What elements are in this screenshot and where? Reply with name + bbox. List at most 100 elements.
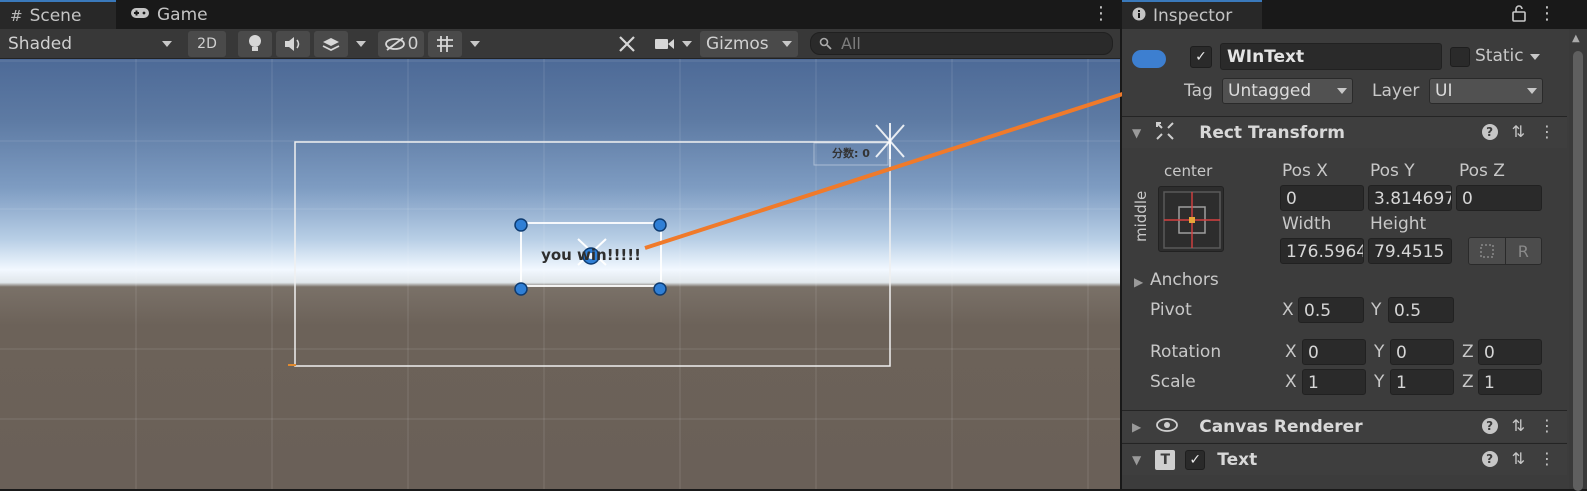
lighting-toggle-button[interactable] (238, 31, 272, 57)
camera-settings-button[interactable] (650, 31, 696, 57)
pos-z-label: Pos Z (1459, 161, 1505, 181)
chevron-down-icon (1530, 54, 1540, 60)
help-icon[interactable]: ? (1481, 124, 1498, 140)
rotation-y-field[interactable]: 0 (1390, 339, 1454, 365)
rect-transform-header[interactable]: ▼ Rect Transform ? ⇅ ⋮ (1122, 116, 1567, 148)
tab-scene[interactable]: # Scene (0, 0, 116, 29)
static-checkbox[interactable] (1450, 47, 1470, 67)
pos-x-field[interactable]: 0 (1280, 185, 1364, 211)
pivot-x-field[interactable]: 0.5 (1298, 297, 1364, 323)
pivot-y-field[interactable]: 0.5 (1388, 297, 1454, 323)
component-menu-icon[interactable]: ⋮ (1539, 449, 1555, 468)
height-field[interactable]: 79.4515 (1368, 238, 1452, 264)
rotation-label: Rotation (1150, 342, 1222, 362)
scene-kebab-menu-icon[interactable]: ⋮ (1092, 5, 1110, 23)
anchor-h-label: center (1164, 162, 1213, 180)
width-label: Width (1282, 214, 1332, 234)
blueprint-mode-button[interactable] (1469, 238, 1506, 264)
text-enabled-checkbox[interactable]: ✓ (1185, 449, 1206, 470)
help-icon[interactable]: ? (1481, 418, 1498, 434)
hidden-count: 0 (407, 34, 419, 54)
rect-transform-title: Rect Transform (1199, 122, 1345, 143)
fold-right-icon[interactable]: ▶ (1134, 275, 1143, 289)
score-text[interactable]: 分数: 0 (818, 145, 884, 163)
effects-toggle-button[interactable] (314, 31, 348, 57)
object-name-field[interactable]: WInText (1220, 43, 1442, 70)
static-label: Static (1475, 46, 1524, 66)
audio-toggle-button[interactable] (276, 31, 310, 57)
component-menu-icon[interactable]: ⋮ (1539, 416, 1555, 435)
scene-panel: # Scene Game ⋮ Shaded 2D 0 Gizmos All 分数… (0, 0, 1120, 489)
help-icon[interactable]: ? (1481, 451, 1498, 467)
inspector-tabbar: Inspector ⋮ (1122, 0, 1587, 29)
pos-z-field[interactable]: 0 (1456, 185, 1542, 211)
lock-icon[interactable] (1512, 5, 1526, 26)
height-label: Height (1370, 214, 1427, 234)
tag-dropdown[interactable]: Untagged (1222, 78, 1353, 104)
anchors-label[interactable]: Anchors (1150, 270, 1219, 290)
scrollbar-thumb[interactable] (1573, 51, 1583, 491)
scroll-up-icon[interactable]: ▲ (1572, 33, 1580, 44)
rotation-x-field[interactable]: 0 (1302, 339, 1366, 365)
scale-x-field[interactable]: 1 (1302, 369, 1366, 395)
grid-icon (437, 36, 453, 52)
scene-hash-icon: # (10, 6, 23, 25)
pos-y-field[interactable]: 3.814697 (1368, 185, 1452, 211)
gizmos-label: Gizmos (706, 34, 769, 54)
rect-transform-icon (1155, 121, 1175, 145)
anchor-presets-icon (1163, 191, 1221, 249)
presets-sliders-icon[interactable]: ⇅ (1512, 122, 1525, 141)
scale-z-field[interactable]: 1 (1478, 369, 1542, 395)
scene-viewport[interactable]: 分数: 0 you win!!!!! (0, 59, 1120, 489)
scene-tabbar: # Scene Game ⋮ (0, 0, 1120, 29)
inspector-kebab-menu-icon[interactable]: ⋮ (1538, 5, 1556, 23)
width-field[interactable]: 176.5964 (1280, 238, 1364, 264)
pivot-y-label: Y (1371, 300, 1382, 320)
pivot-label: Pivot (1150, 300, 1192, 320)
layer-dropdown[interactable]: UI (1429, 78, 1543, 104)
scene-visibility-button[interactable]: 0 (378, 31, 424, 57)
search-placeholder: All (841, 34, 861, 53)
tab-game[interactable]: Game (120, 0, 220, 29)
chevron-down-icon (1337, 88, 1347, 94)
canvas-renderer-header-icons: ? ⇅ ⋮ (1481, 416, 1555, 435)
tools-button[interactable] (612, 31, 642, 57)
info-icon (1132, 7, 1146, 25)
chevron-down-icon (1527, 88, 1537, 94)
scale-y-label: Y (1374, 372, 1385, 392)
fold-down-icon[interactable]: ▼ (1132, 126, 1141, 140)
rotation-x-label: X (1285, 342, 1297, 362)
component-menu-icon[interactable]: ⋮ (1539, 122, 1555, 141)
pos-x-label: Pos X (1282, 161, 1328, 181)
inspector-scrollbar[interactable]: ▲ (1569, 29, 1587, 491)
win-text[interactable]: you win!!!!! (521, 241, 661, 269)
gamepad-icon (130, 6, 150, 24)
rotation-z-field[interactable]: 0 (1478, 339, 1542, 365)
raw-edit-button[interactable]: R (1506, 238, 1542, 264)
text-component-icon: T (1155, 449, 1176, 470)
text-component-header[interactable]: ▼ T ✓ Text ? ⇅ ⋮ (1122, 443, 1567, 475)
draw-mode-dropdown[interactable]: Shaded (0, 31, 180, 57)
grid-snap-button[interactable] (428, 31, 462, 57)
camera-icon (655, 39, 674, 49)
gizmos-dropdown[interactable]: Gizmos (700, 31, 798, 57)
scale-y-field[interactable]: 1 (1390, 369, 1454, 395)
presets-sliders-icon[interactable]: ⇅ (1512, 449, 1525, 468)
tab-inspector[interactable]: Inspector (1122, 0, 1262, 29)
static-dropdown-icon[interactable] (1530, 54, 1540, 60)
rotation-z-label: Z (1462, 342, 1474, 362)
effects-dropdown-button[interactable] (350, 31, 372, 57)
canvas-renderer-header[interactable]: ▶ Canvas Renderer ? ⇅ ⋮ (1122, 410, 1567, 442)
presets-sliders-icon[interactable]: ⇅ (1512, 416, 1525, 435)
fold-right-icon[interactable]: ▶ (1132, 420, 1141, 434)
anchor-presets-button[interactable] (1158, 186, 1224, 252)
active-checkbox[interactable]: ✓ (1190, 46, 1212, 68)
scene-grid-lines (0, 59, 1120, 489)
eye-slash-icon (384, 37, 405, 51)
toggle-2d-button[interactable]: 2D (188, 31, 226, 57)
rect-transform-header-icons: ? ⇅ ⋮ (1481, 122, 1555, 141)
scene-search-input[interactable]: All (810, 32, 1113, 55)
grid-dropdown-button[interactable] (464, 31, 486, 57)
scene-toolbar: Shaded 2D 0 Gizmos All (0, 29, 1120, 59)
fold-down-icon[interactable]: ▼ (1132, 453, 1141, 467)
